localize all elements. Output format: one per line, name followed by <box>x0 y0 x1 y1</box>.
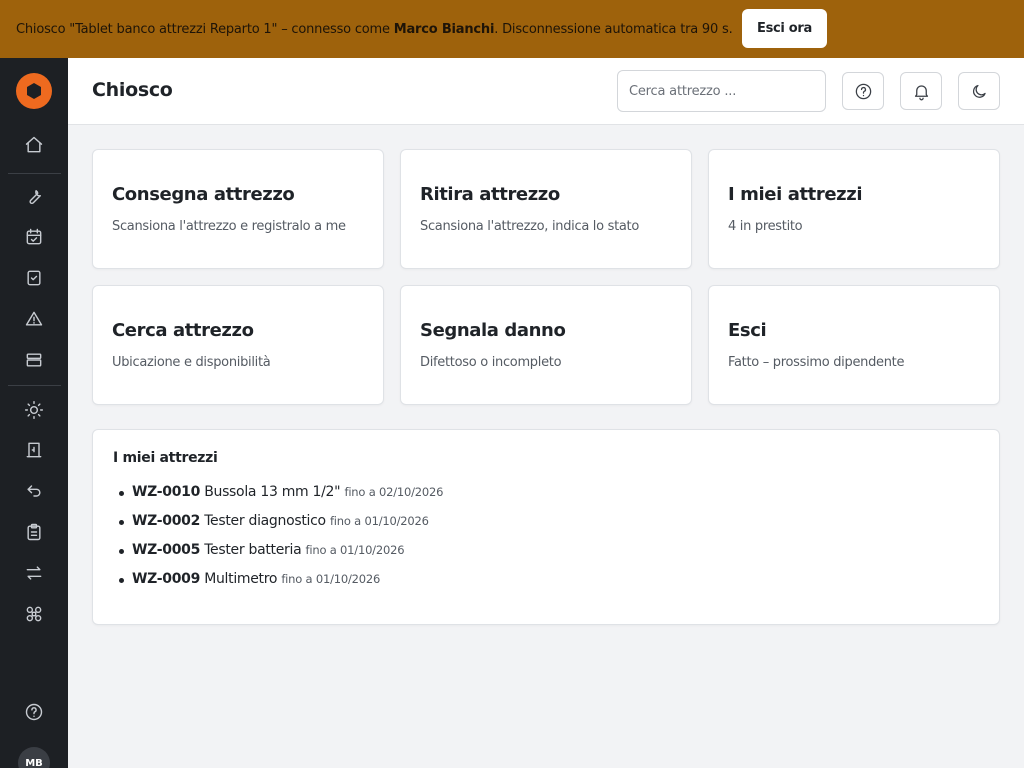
clipboard-icon[interactable] <box>22 520 46 544</box>
home-icon[interactable] <box>22 133 46 157</box>
command-icon[interactable] <box>22 602 46 626</box>
checkbox-icon[interactable] <box>22 266 46 290</box>
sidebar-divider <box>8 173 61 174</box>
tool-due-date: fino a 01/10/2026 <box>329 514 429 528</box>
card-title: Consegna attrezzo <box>112 184 295 205</box>
sidebar: MB <box>0 58 68 768</box>
list-item: WZ-0010 Bussola 13 mm 1/2" fino a 02/10/… <box>118 484 444 513</box>
list-item: WZ-0002 Tester diagnostico fino a 01/10/… <box>118 513 443 542</box>
app-logo[interactable] <box>16 73 52 109</box>
exit-card[interactable]: Esci Fatto – prossimo dipendente <box>708 285 1000 405</box>
undo-icon[interactable] <box>22 479 46 503</box>
tool-list: WZ-0010 Bussola 13 mm 1/2" fino a 02/10/… <box>118 484 444 600</box>
notifications-button[interactable] <box>900 72 942 110</box>
tool-name: Multimetro <box>204 571 278 587</box>
tool-name: Bussola 13 mm 1/2" <box>204 484 341 500</box>
list-item: WZ-0009 Multimetro fino a 01/10/2026 <box>118 571 443 600</box>
return-tool-card[interactable]: Ritira attrezzo Scansiona l'attrezzo, in… <box>400 149 692 269</box>
banner-user-name: Marco Bianchi <box>393 21 495 37</box>
banner-prefix: Chiosco "Tablet banco attrezzi Reparto 1… <box>16 21 394 37</box>
tool-code: WZ-0005 <box>132 542 201 558</box>
hexagon-logo-icon <box>27 83 41 99</box>
banner-suffix: . Disconnessione automatica tra 90 s. <box>494 21 733 37</box>
tool-name: Tester diagnostico <box>204 513 326 529</box>
moon-icon <box>972 84 986 98</box>
tool-code: WZ-0009 <box>132 571 201 587</box>
panel-title: I miei attrezzi <box>113 450 218 466</box>
card-title: Esci <box>728 320 767 341</box>
list-item: WZ-0005 Tester batteria fino a 01/10/202… <box>118 542 443 571</box>
banner-text: Chiosco "Tablet banco attrezzi Reparto 1… <box>16 22 733 37</box>
report-damage-card[interactable]: Segnala danno Difettoso o incompleto <box>400 285 692 405</box>
page-title: Chiosco <box>92 79 173 101</box>
bell-icon <box>914 84 928 100</box>
tool-due-date: fino a 02/10/2026 <box>344 485 444 499</box>
search-input[interactable] <box>617 70 826 112</box>
card-subtitle: Scansiona l'attrezzo, indica lo stato <box>420 219 639 234</box>
help-icon[interactable] <box>22 700 46 724</box>
logout-now-button[interactable]: Esci ora <box>742 9 827 48</box>
tool-name: Tester batteria <box>204 542 302 558</box>
sun-icon[interactable] <box>22 398 46 422</box>
my-tools-card[interactable]: I miei attrezzi 4 in prestito <box>708 149 1000 269</box>
card-title: I miei attrezzi <box>728 184 863 205</box>
card-subtitle: Fatto – prossimo dipendente <box>728 355 905 370</box>
theme-toggle-button[interactable] <box>958 72 1000 110</box>
my-tools-panel: I miei attrezzi WZ-0010 Bussola 13 mm 1/… <box>92 429 1000 625</box>
archive-icon[interactable] <box>22 348 46 372</box>
tool-due-date: fino a 01/10/2026 <box>305 543 405 557</box>
find-tool-card[interactable]: Cerca attrezzo Ubicazione e disponibilit… <box>92 285 384 405</box>
calendar-check-icon[interactable] <box>22 225 46 249</box>
card-title: Segnala danno <box>420 320 566 341</box>
avatar[interactable]: MB <box>18 747 50 768</box>
wrench-icon[interactable] <box>22 185 46 209</box>
tool-code: WZ-0002 <box>132 513 201 529</box>
card-subtitle: Ubicazione e disponibilità <box>112 355 271 370</box>
warning-icon[interactable] <box>22 307 46 331</box>
help-icon <box>855 83 871 99</box>
card-title: Cerca attrezzo <box>112 320 254 341</box>
page-header: Chiosco <box>68 58 1024 125</box>
card-title: Ritira attrezzo <box>420 184 560 205</box>
receipt-icon[interactable] <box>22 438 46 462</box>
transfer-icon[interactable] <box>22 561 46 585</box>
card-subtitle: Difettoso o incompleto <box>420 355 562 370</box>
card-subtitle: 4 in prestito <box>728 219 803 234</box>
tool-code: WZ-0010 <box>132 484 201 500</box>
checkout-tool-card[interactable]: Consegna attrezzo Scansiona l'attrezzo e… <box>92 149 384 269</box>
help-button[interactable] <box>842 72 884 110</box>
kiosk-session-banner: Chiosco "Tablet banco attrezzi Reparto 1… <box>0 0 1024 58</box>
card-subtitle: Scansiona l'attrezzo e registralo a me <box>112 219 346 234</box>
tool-due-date: fino a 01/10/2026 <box>281 572 381 586</box>
sidebar-divider <box>8 385 61 386</box>
